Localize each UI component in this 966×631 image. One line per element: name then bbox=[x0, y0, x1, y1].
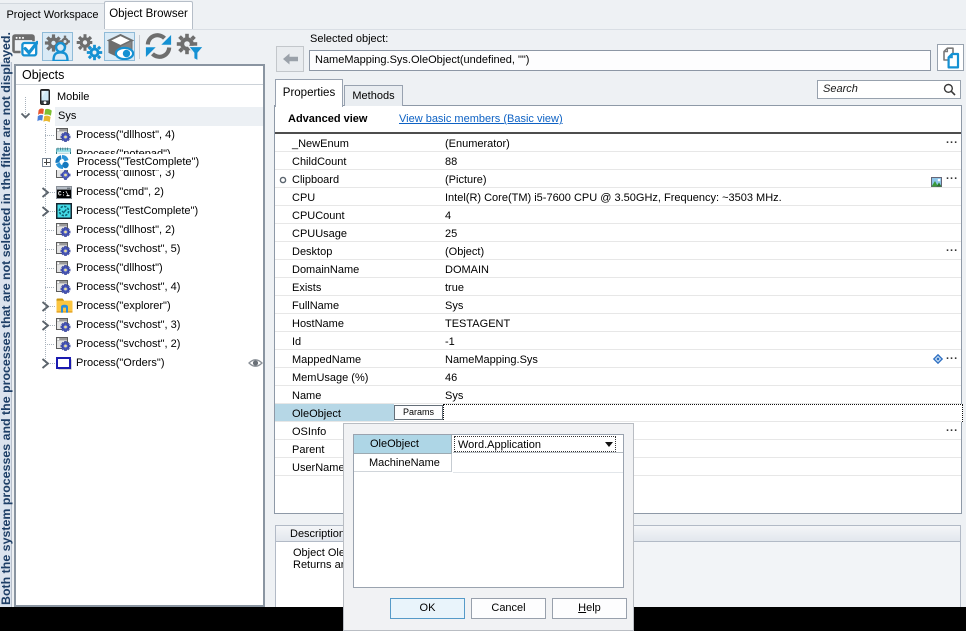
svg-text:C:\: C:\ bbox=[58, 191, 69, 198]
